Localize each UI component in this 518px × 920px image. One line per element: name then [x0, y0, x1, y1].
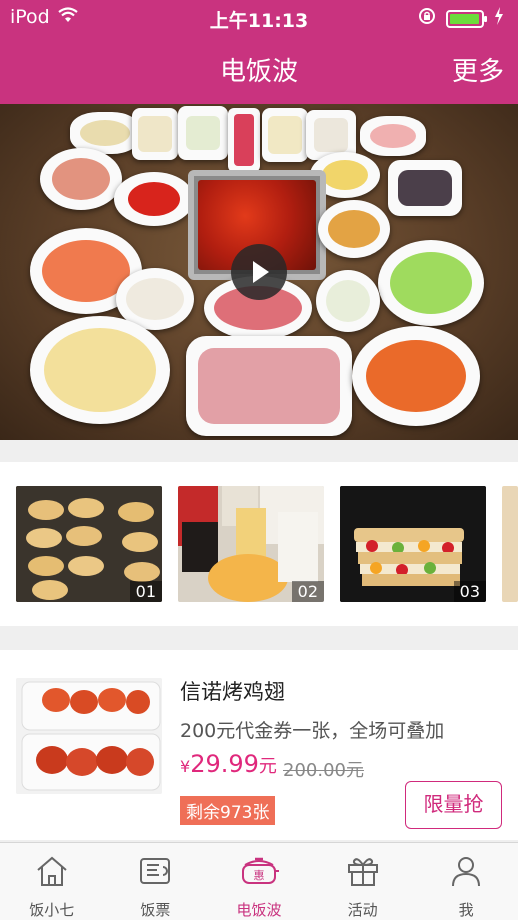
svg-text:惠: 惠 [253, 868, 264, 882]
tab-me[interactable]: 我 [414, 843, 518, 920]
battery-level [450, 13, 479, 24]
tab-huodong[interactable]: 活动 [311, 843, 415, 920]
deal-price: ¥ 29.99 元 [180, 750, 277, 778]
grab-button[interactable]: 限量抢 [405, 781, 502, 829]
thumbnail-label: 01 [129, 581, 162, 602]
tab-dianfanbo[interactable]: 惠 电饭波 [207, 843, 311, 920]
tab-label: 电饭波 [236, 901, 282, 919]
food-plate [352, 326, 480, 426]
food-plate [30, 316, 170, 424]
gift-icon [347, 858, 378, 886]
tab-label: 饭票 [140, 901, 171, 919]
user-icon [452, 857, 481, 887]
tab-label: 活动 [347, 901, 378, 919]
deal-image [16, 678, 162, 794]
tab-fanpiao[interactable]: 饭票 [104, 843, 208, 920]
status-right [418, 7, 504, 30]
food-plate [262, 108, 308, 162]
tab-fanxiaoqi[interactable]: 饭小七 [0, 843, 104, 920]
screen: iPod 上午11:13 电饭波 更多 01 02 03 信诺烤鸡翅 200元代… [0, 0, 518, 920]
food-plate [318, 200, 390, 258]
food-plate [360, 116, 426, 156]
original-price: 200.00元 [283, 760, 364, 781]
battery-icon [446, 9, 487, 28]
food-plate [316, 270, 380, 332]
status-bar: iPod 上午11:13 [0, 0, 518, 34]
food-plate [178, 106, 228, 160]
orientation-lock-icon [418, 7, 436, 30]
deal-card[interactable]: 信诺烤鸡翅 200元代金券一张，全场可叠加 ¥ 29.99 元 200.00元 … [0, 650, 518, 840]
tab-bar: 饭小七 饭票 惠 电饭波 活动 我 [0, 842, 518, 920]
food-plate [228, 108, 260, 172]
thumbnail-label: 03 [453, 581, 486, 602]
price-symbol: ¥ [180, 757, 191, 776]
stock-badge: 剩余973张 [180, 796, 276, 825]
price-unit: 元 [258, 756, 277, 777]
deal-title: 信诺烤鸡翅 [180, 680, 285, 704]
thumbnail-item[interactable]: 01 [16, 486, 162, 602]
thumbnail-carousel[interactable]: 01 02 03 [0, 462, 518, 626]
play-button[interactable] [231, 244, 287, 300]
food-plate [388, 160, 462, 216]
hero-video[interactable] [0, 104, 518, 440]
tab-label: 我 [458, 901, 474, 919]
food-plate [132, 108, 178, 160]
thumbnail-label: 02 [291, 581, 324, 602]
price-value: 29.99 [190, 750, 259, 778]
tab-label: 饭小七 [29, 901, 75, 919]
charging-icon [494, 7, 504, 30]
page-title: 电饭波 [219, 57, 298, 87]
thumbnail-item-partial[interactable] [502, 486, 518, 602]
thumbnail-item[interactable]: 03 [340, 486, 486, 602]
food-plate [40, 148, 122, 210]
deal-description: 200元代金券一张，全场可叠加 [180, 720, 445, 742]
rice-cooker-icon: 惠 [241, 857, 279, 884]
nav-bar: 电饭波 更多 [0, 34, 518, 104]
food-plate [378, 240, 484, 326]
food-plate [186, 336, 352, 436]
food-plate [114, 172, 194, 226]
chicken-wings-photo [16, 678, 162, 794]
thumbnail-item[interactable]: 02 [178, 486, 324, 602]
more-button[interactable]: 更多 [452, 51, 504, 88]
home-icon [37, 856, 67, 886]
ticket-icon [140, 858, 171, 884]
